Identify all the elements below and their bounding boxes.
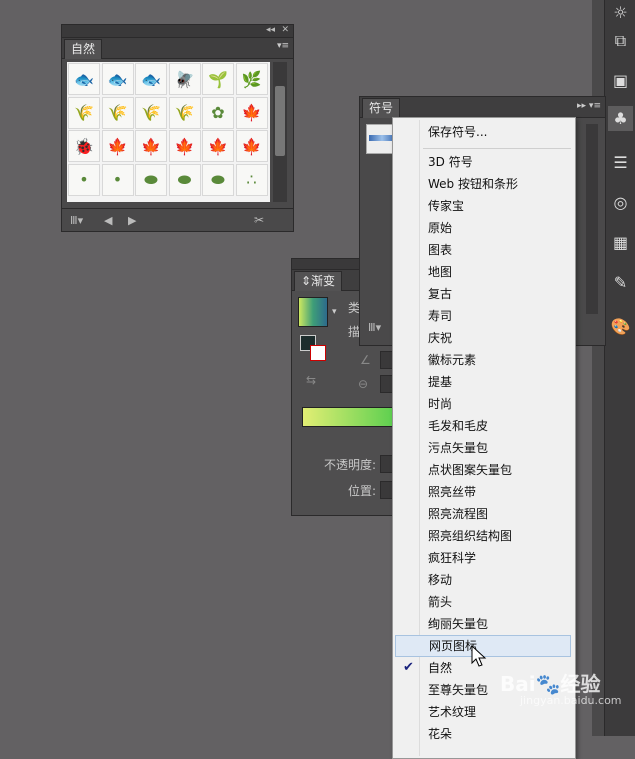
panel-bottom-bar: Ⅲ▾ ◀ ▶ ✂ — [62, 208, 293, 231]
transform-icon[interactable]: ⧉ — [608, 28, 633, 53]
tab-gradient[interactable]: ⇕渐变 — [294, 271, 343, 291]
menu-item[interactable]: 花朵 — [395, 723, 571, 745]
symbol-grid: 🐟 🐟 🐟 🪰 🌱 🌿 🌾 🌾 🌾 🌾 ✿ 🍁 🐞 🍁 🍁 🍁 🍁 🍁 • • ⬬ ⬬ ⬬ ∴ — [67, 62, 270, 202]
menu-item[interactable]: 污点矢量包 — [395, 437, 571, 459]
panel-menu-icon[interactable]: ▾≡ — [277, 41, 289, 51]
position-label: 位置: — [348, 484, 377, 498]
rock-icon[interactable]: ⬬ — [168, 163, 201, 196]
grass-icon[interactable]: 🌾 — [168, 96, 201, 129]
rock-icon[interactable]: ⬬ — [202, 163, 234, 196]
fly-icon[interactable]: 🪰 — [168, 63, 201, 95]
chevron-down-icon[interactable]: ▾ — [332, 307, 337, 317]
mouse-cursor-icon — [471, 645, 487, 667]
leaf-icon[interactable]: 🍁 — [135, 130, 167, 162]
menu-item[interactable]: 点状图案矢量包 — [395, 459, 571, 481]
menu-divider — [423, 148, 571, 149]
next-icon[interactable]: ▶ — [128, 214, 136, 227]
menu-item[interactable]: 绚丽矢量包 — [395, 613, 571, 635]
leaf-icon[interactable]: 🍁 — [202, 130, 234, 162]
watermark-url: jingyan.baidu.com — [520, 694, 622, 707]
opacity-label: 不透明度: — [324, 458, 377, 472]
seed-icon[interactable]: • — [68, 163, 100, 196]
menu-item[interactable]: 传家宝 — [395, 195, 571, 217]
scroll-thumb[interactable] — [275, 86, 285, 156]
menu-item[interactable]: 3D 符号 — [395, 151, 571, 173]
lines-icon[interactable]: ☰ — [608, 150, 633, 175]
brush-icon[interactable]: ✎ — [608, 270, 633, 295]
menu-item[interactable]: 时尚 — [395, 393, 571, 415]
grass-icon[interactable]: 🌾 — [68, 96, 100, 129]
leaf-icon[interactable]: 🍁 — [235, 130, 268, 162]
menu-item[interactable]: 照亮组织结构图 — [395, 525, 571, 547]
menu-item[interactable]: 复古 — [395, 283, 571, 305]
right-toolbar: ☼ ⧉ ▣ ♣ ☰ ◎ ▦ ✎ 🎨 — [604, 0, 635, 736]
grid-icon[interactable]: ▦ — [608, 230, 633, 255]
grass-icon[interactable]: 🌾 — [135, 96, 167, 129]
break-link-icon[interactable]: ✂ — [254, 213, 264, 227]
image-icon[interactable]: ▣ — [608, 68, 633, 93]
menu-item[interactable]: 毛发和毛皮 — [395, 415, 571, 437]
menu-item[interactable]: 箭头 — [395, 591, 571, 613]
ladybug-icon[interactable]: 🐞 — [68, 130, 100, 162]
flower-icon[interactable]: ✿ — [202, 96, 234, 129]
grass-icon[interactable]: 🌾 — [101, 96, 134, 129]
menu-item[interactable]: 地图 — [395, 261, 571, 283]
menu-item-save-symbols[interactable]: 保存符号... — [395, 121, 571, 143]
close-icon[interactable]: ✕ — [281, 25, 289, 35]
leaf-icon[interactable]: 🍁 — [101, 130, 134, 162]
menu-item[interactable]: 寿司 — [395, 305, 571, 327]
menu-item[interactable]: 照亮流程图 — [395, 503, 571, 525]
scrollbar[interactable] — [273, 62, 287, 202]
symbols-icon[interactable]: ♣ — [608, 106, 633, 131]
scrollbar[interactable] — [586, 124, 598, 314]
collapse-icon[interactable]: ◂◂ — [266, 25, 275, 35]
plant-icon[interactable]: 🌿 — [235, 63, 268, 95]
menu-item[interactable]: 提基 — [395, 371, 571, 393]
reverse-icon[interactable]: ⇆ — [306, 373, 316, 387]
circles-icon[interactable]: ◎ — [608, 190, 633, 215]
menu-item[interactable]: 庆祝 — [395, 327, 571, 349]
library-icon[interactable]: Ⅲ▾ — [368, 321, 381, 334]
sand-icon[interactable]: ∴ — [235, 163, 268, 196]
library-icon[interactable]: Ⅲ▾ — [70, 214, 83, 227]
nature-symbols-panel: ◂◂ ✕ 自然 ▾≡ 🐟 🐟 🐟 🪰 🌱 🌿 🌾 🌾 🌾 🌾 ✿ 🍁 🐞 🍁 🍁 🍁 🍁 🍁 • • ⬬ ⬬ ⬬ ∴ Ⅲ▾ ◀… — [61, 24, 294, 232]
gradient-slider[interactable] — [302, 407, 396, 427]
angle-icon: ∠ — [360, 353, 371, 367]
menu-item[interactable]: 图表 — [395, 239, 571, 261]
stroke-none-icon[interactable] — [310, 345, 326, 361]
checkmark-icon: ✔ — [403, 660, 414, 675]
sprout-icon[interactable]: 🌱 — [202, 63, 234, 95]
menu-item[interactable]: 原始 — [395, 217, 571, 239]
gradient-swatch[interactable] — [298, 297, 328, 327]
menu-item[interactable]: 移动 — [395, 569, 571, 591]
fish-icon[interactable]: 🐟 — [135, 63, 167, 95]
palette-icon[interactable]: 🎨 — [608, 314, 633, 339]
panel-title-bar[interactable]: ◂◂ ✕ — [62, 25, 293, 38]
fish-icon[interactable]: 🐟 — [68, 63, 100, 95]
menu-item[interactable]: 疯狂科学 — [395, 547, 571, 569]
watermark-logo: Bai🐾经验 — [500, 672, 601, 696]
menu-item[interactable]: 照亮丝带 — [395, 481, 571, 503]
leaf-icon[interactable]: 🍁 — [168, 130, 201, 162]
rock-icon[interactable]: ⬬ — [135, 163, 167, 196]
tab-nature[interactable]: 自然 — [64, 39, 103, 59]
fish-icon[interactable]: 🐟 — [101, 63, 134, 95]
panel-menu-icon[interactable]: ▸▸ ▾≡ — [577, 101, 601, 111]
tab-symbols[interactable]: 符号 — [362, 98, 401, 118]
menu-item[interactable]: Web 按钮和条形 — [395, 173, 571, 195]
prev-icon[interactable]: ◀ — [104, 214, 112, 227]
aspect-icon: ⊖ — [358, 377, 369, 391]
menu-item[interactable]: 徽标元素 — [395, 349, 571, 371]
seed-icon[interactable]: • — [101, 163, 134, 196]
leaf-icon[interactable]: 🍁 — [235, 96, 268, 129]
sun-icon[interactable]: ☼ — [608, 0, 633, 25]
